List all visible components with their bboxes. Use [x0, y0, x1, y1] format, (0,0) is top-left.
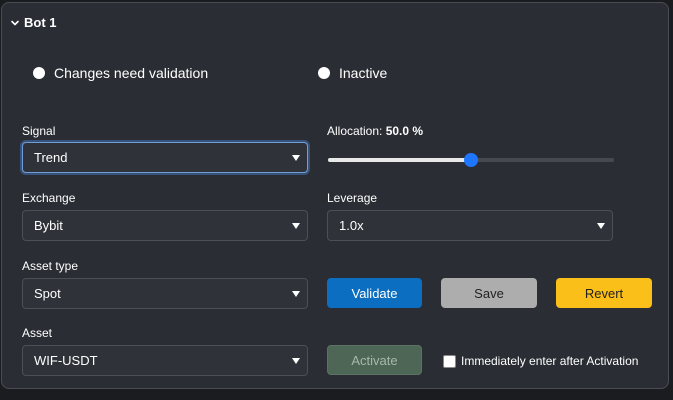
activity-status-dot-icon [318, 67, 330, 79]
caret-down-icon [597, 223, 605, 229]
leverage-select[interactable]: 1.0x [327, 210, 613, 241]
allocation-label: Allocation: 50.0 % [327, 124, 423, 138]
chevron-down-icon [11, 20, 19, 25]
validate-button[interactable]: Validate [327, 278, 422, 308]
allocation-slider-thumb[interactable] [464, 153, 478, 167]
revert-button[interactable]: Revert [556, 278, 652, 308]
immediate-entry-label: Immediately enter after Activation [461, 354, 639, 368]
leverage-label: Leverage [327, 191, 378, 205]
caret-down-icon [292, 155, 300, 161]
activity-status-text: Inactive [339, 65, 388, 81]
activate-button[interactable]: Activate [327, 345, 422, 375]
save-button[interactable]: Save [441, 278, 537, 308]
validation-status-dot-icon [33, 67, 45, 79]
bot-panel: Bot 1 Changes need validation Inactive S… [1, 2, 669, 389]
exchange-label: Exchange [22, 191, 76, 205]
caret-down-icon [292, 358, 300, 364]
bot-header-toggle[interactable]: Bot 1 [10, 15, 57, 30]
asset-type-label: Asset type [22, 259, 79, 273]
signal-select[interactable]: Trend [22, 142, 308, 173]
allocation-slider[interactable] [328, 153, 614, 167]
allocation-slider-fill [328, 158, 471, 162]
asset-select[interactable]: WIF-USDT [22, 345, 308, 376]
exchange-select[interactable]: Bybit [22, 210, 308, 241]
activity-status: Inactive [318, 65, 387, 81]
asset-select-value: WIF-USDT [34, 353, 98, 368]
validation-status-text: Changes need validation [54, 65, 209, 81]
allocation-label-prefix: Allocation: [327, 124, 386, 138]
immediate-entry-option: Immediately enter after Activation [443, 354, 638, 368]
bot-title: Bot 1 [24, 15, 57, 30]
validation-status: Changes need validation [33, 65, 208, 81]
caret-down-icon [292, 223, 300, 229]
signal-label: Signal [22, 124, 56, 138]
exchange-select-value: Bybit [34, 218, 63, 233]
allocation-value: 50.0 % [385, 124, 424, 138]
signal-select-value: Trend [34, 150, 68, 165]
caret-down-icon [292, 291, 300, 297]
asset-type-select-value: Spot [34, 286, 61, 301]
asset-type-select[interactable]: Spot [22, 278, 308, 309]
asset-label: Asset [22, 326, 53, 340]
leverage-select-value: 1.0x [339, 218, 364, 233]
immediate-entry-checkbox[interactable] [443, 354, 456, 368]
